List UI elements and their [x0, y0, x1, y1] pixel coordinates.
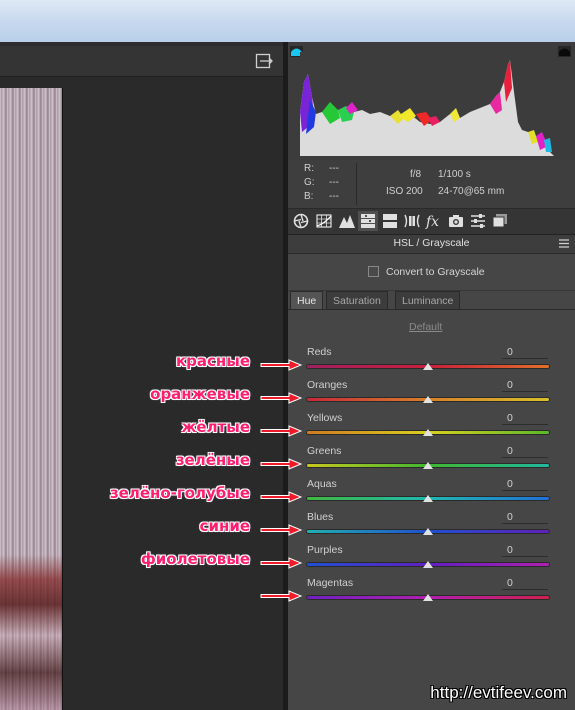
slider-thumb-greens[interactable]: [423, 462, 433, 469]
photo-preview[interactable]: [0, 88, 63, 710]
slider-value-purples[interactable]: 0: [502, 544, 548, 557]
slider-label-oranges: Oranges: [307, 379, 348, 391]
slider-thumb-yellows[interactable]: [423, 429, 433, 436]
slider-label-reds: Reds: [307, 346, 332, 358]
lens-value: 24-70@65 mm: [438, 186, 505, 197]
panel-menu-icon[interactable]: [559, 239, 569, 248]
presets-icon[interactable]: [468, 211, 488, 231]
slider-thumb-blues[interactable]: [423, 528, 433, 535]
slider-value-aquas[interactable]: 0: [502, 478, 548, 491]
convert-grayscale-checkbox[interactable]: [368, 266, 379, 277]
aperture-value: f/8: [410, 169, 422, 180]
slider-value-greens[interactable]: 0: [502, 445, 548, 458]
slider-thumb-oranges[interactable]: [423, 396, 433, 403]
slider-value-blues[interactable]: 0: [502, 511, 548, 524]
section-title: HSL / Grayscale: [393, 237, 470, 249]
slider-thumb-reds[interactable]: [423, 363, 433, 370]
slider-label-blues: Blues: [307, 511, 334, 523]
info-readout: R: G: B: --- --- --- f/8 1/100 s ISO 200…: [288, 160, 575, 209]
section-header: HSL / Grayscale: [288, 235, 575, 254]
histogram: [288, 42, 575, 161]
annotation-arrow-icon: [260, 458, 303, 470]
annotation-greens: зелёные: [175, 451, 250, 469]
annotation-arrow-icon: [260, 392, 303, 404]
lens-corrections-icon[interactable]: [402, 211, 422, 231]
camera-calibration-icon[interactable]: [446, 211, 466, 231]
slider-label-magentas: Magentas: [307, 577, 354, 589]
detail-icon[interactable]: [337, 211, 357, 231]
divider: [288, 309, 575, 310]
readout-divider: [356, 163, 357, 205]
slider-label-greens: Greens: [307, 445, 342, 457]
annotation-reds: красные: [175, 352, 250, 370]
annotation-purples: фиолетовые: [140, 550, 250, 568]
annotation-arrow-icon: [260, 524, 303, 536]
slider-label-aquas: Aquas: [307, 478, 337, 490]
toggle-panel-icon[interactable]: [254, 53, 274, 72]
slider-value-yellows[interactable]: 0: [502, 412, 548, 425]
convert-grayscale-label: Convert to Grayscale: [386, 266, 485, 278]
hsl-icon[interactable]: [358, 211, 378, 231]
g-value: ---: [329, 177, 339, 188]
fx-icon[interactable]: fx: [424, 211, 444, 231]
slider-thumb-magentas[interactable]: [423, 594, 433, 601]
shutter-value: 1/100 s: [438, 169, 471, 180]
r-label: R:: [304, 163, 314, 174]
annotation-arrow-icon: [260, 557, 303, 569]
tab-luminance[interactable]: Luminance: [395, 291, 461, 310]
annotation-yellows: жёлтые: [181, 418, 250, 436]
split-toning-icon[interactable]: [380, 211, 400, 231]
g-label: G:: [304, 177, 315, 188]
r-value: ---: [329, 163, 339, 174]
histogram-graph: [300, 52, 558, 156]
svg-text:fx: fx: [425, 214, 439, 229]
b-label: B:: [304, 191, 314, 202]
watermark: http://evtifeev.com: [430, 683, 567, 702]
default-link[interactable]: Default: [409, 321, 442, 333]
annotation-arrow-icon: [260, 491, 303, 503]
slider-label-purples: Purples: [307, 544, 343, 556]
preview-toolbar: [0, 46, 283, 77]
tab-saturation[interactable]: Saturation: [326, 291, 388, 310]
hsl-subtabs: Hue Saturation Luminance: [288, 291, 575, 310]
slider-value-reds[interactable]: 0: [502, 346, 548, 359]
slider-label-yellows: Yellows: [307, 412, 343, 424]
b-value: ---: [329, 191, 339, 202]
slider-value-oranges[interactable]: 0: [502, 379, 548, 392]
slider-value-magentas[interactable]: 0: [502, 577, 548, 590]
annotation-arrow-icon: [260, 359, 303, 371]
annotation-arrow-icon: [260, 425, 303, 437]
tone-curve-icon[interactable]: [314, 211, 334, 231]
annotation-aquas: зелёно-голубые: [109, 484, 250, 502]
annotation-oranges: оранжевые: [150, 385, 250, 403]
highlight-clipping-warning-icon[interactable]: [558, 46, 571, 57]
slider-thumb-purples[interactable]: [423, 561, 433, 568]
tab-hue[interactable]: Hue: [290, 291, 324, 310]
aperture-icon[interactable]: [291, 211, 311, 231]
annotation-arrow-icon: [260, 590, 303, 602]
iso-value: ISO 200: [386, 186, 423, 197]
desktop-background: [0, 0, 575, 42]
annotation-blues: синие: [199, 517, 250, 535]
snapshots-icon[interactable]: [490, 211, 510, 231]
slider-thumb-aquas[interactable]: [423, 495, 433, 502]
